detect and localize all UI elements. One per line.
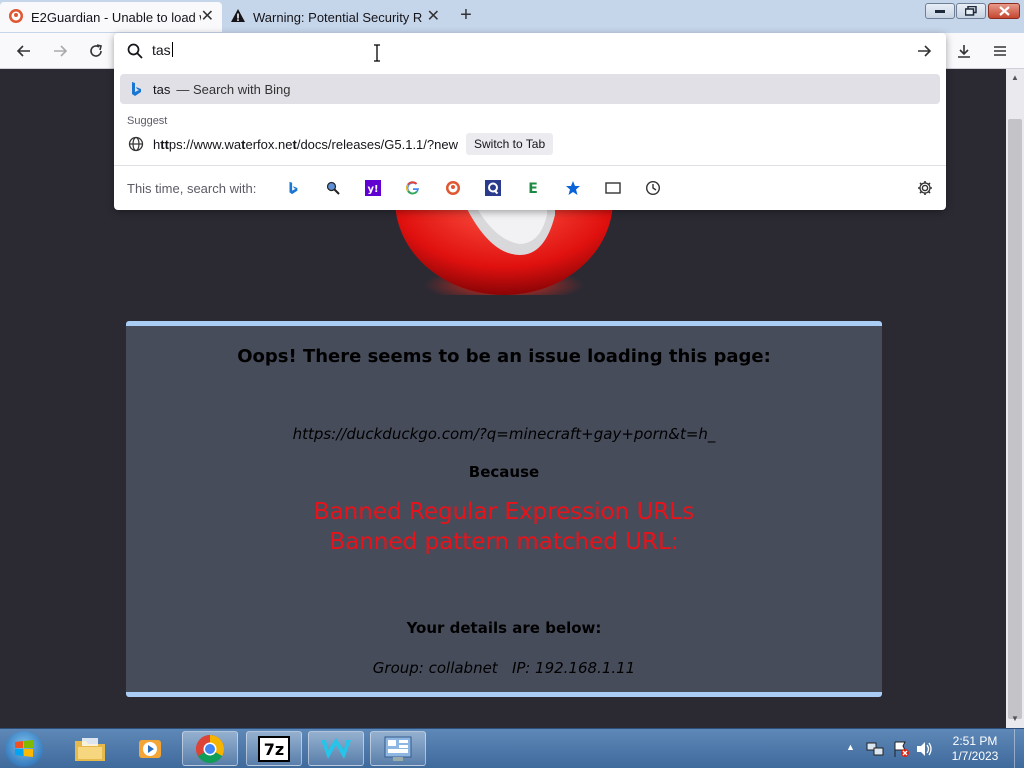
tab-title: Warning: Potential Security Risk xyxy=(253,9,423,25)
windows-logo-icon xyxy=(15,740,33,757)
bing-query: tas xyxy=(153,81,171,97)
forward-button[interactable] xyxy=(46,38,74,64)
close-tab-icon[interactable]: ✕ xyxy=(201,8,214,26)
bookmarks-star-icon[interactable] xyxy=(563,178,583,198)
details-heading: Your details are below: xyxy=(406,619,602,637)
system-clock[interactable]: 2:51 PM 1/7/2023 xyxy=(940,734,1010,764)
search-icon xyxy=(127,43,143,64)
url-part: /docs/releases/G5.1.1/?new xyxy=(296,136,458,152)
globe-icon xyxy=(128,136,144,152)
scroll-up-arrow-icon[interactable]: ▲ xyxy=(1011,73,1019,82)
arrow-right-icon xyxy=(54,45,68,57)
7zip-icon[interactable]: 7z xyxy=(246,731,302,766)
page-heading: Oops! There seems to be an issue loading… xyxy=(237,346,771,367)
text-caret xyxy=(171,42,173,57)
volume-icon[interactable] xyxy=(915,740,933,763)
back-button[interactable] xyxy=(10,38,38,64)
url-input-value: tas xyxy=(152,42,171,58)
url-part: erfox.ne xyxy=(245,136,293,152)
hamburger-menu-icon xyxy=(994,46,1006,56)
downloads-button[interactable] xyxy=(950,38,978,64)
clock-date: 1/7/2023 xyxy=(951,749,999,763)
search-glass-icon[interactable] xyxy=(323,178,343,198)
search-engines-label: This time, search with: xyxy=(127,181,257,196)
history-clock-icon[interactable] xyxy=(643,178,663,198)
block-reason-line-2: Banned pattern matched URL: xyxy=(329,529,679,555)
one-off-search-bar: This time, search with: y! E xyxy=(114,165,946,210)
tab-e2guardian[interactable]: E2Guardian - Unable to load web ✕ xyxy=(0,2,222,32)
qwant-icon[interactable] xyxy=(483,178,503,198)
suggested-url-row[interactable]: https://www.waterfox.net/docs/releases/G… xyxy=(120,131,940,157)
url-input[interactable]: tas xyxy=(152,42,173,58)
network-icon[interactable] xyxy=(866,740,884,763)
start-button[interactable] xyxy=(5,731,43,767)
svg-text:7z: 7z xyxy=(264,740,284,759)
url-match: tt xyxy=(160,136,169,152)
bing-icon xyxy=(128,81,144,97)
clock-time: 2:51 PM xyxy=(952,734,998,748)
app-menu-button[interactable] xyxy=(986,38,1014,64)
ecosia-icon[interactable]: E xyxy=(523,178,543,198)
media-player-icon[interactable] xyxy=(122,731,178,766)
block-reason-line-1: Banned Regular Expression URLs xyxy=(313,499,695,525)
page-scrollbar[interactable]: ▲ ▼ xyxy=(1006,69,1024,728)
blocked-url: https://duckduckgo.com/?q=minecraft+gay+… xyxy=(292,425,716,443)
yahoo-icon[interactable]: y! xyxy=(363,178,383,198)
google-icon[interactable] xyxy=(403,178,423,198)
chrome-icon[interactable] xyxy=(182,731,238,766)
because-label: Because xyxy=(468,463,540,481)
svg-text:y!: y! xyxy=(367,184,378,195)
close-tab-icon[interactable]: ✕ xyxy=(427,8,440,26)
url-bar-dropdown: tas tas — Search with Bing Suggest https… xyxy=(114,33,946,210)
reload-icon xyxy=(90,44,102,57)
bing-icon[interactable] xyxy=(283,178,303,198)
download-icon xyxy=(958,45,970,58)
close-window-button[interactable] xyxy=(988,3,1020,19)
search-settings-gear-icon[interactable] xyxy=(915,178,935,198)
show-desktop-button[interactable] xyxy=(1014,729,1024,768)
bing-action-label: — Search with Bing xyxy=(176,81,291,97)
switch-to-tab-button[interactable]: Switch to Tab xyxy=(465,133,554,155)
go-arrow-icon[interactable] xyxy=(916,43,932,64)
new-tab-button[interactable]: + xyxy=(454,4,478,28)
text-cursor-ibeam-icon xyxy=(373,44,381,67)
url-part: ps://www.wa xyxy=(168,136,242,152)
maximize-button[interactable] xyxy=(956,3,986,19)
suggested-url: https://www.waterfox.net/docs/releases/G… xyxy=(153,137,458,152)
warning-icon xyxy=(230,8,246,27)
tab-title: E2Guardian - Unable to load web xyxy=(31,9,201,25)
svg-text:E: E xyxy=(528,181,538,196)
control-panel-icon[interactable] xyxy=(370,731,426,766)
duckduckgo-icon[interactable] xyxy=(443,178,463,198)
tab-security-warning[interactable]: Warning: Potential Security Risk ✕ xyxy=(222,2,448,32)
windows-taskbar: 7z ▲ 2:51 PM 1/7/2023 xyxy=(0,728,1024,768)
arrow-left-icon xyxy=(16,45,30,57)
show-hidden-icons-arrow-icon[interactable]: ▲ xyxy=(846,742,855,752)
duckduckgo-icon xyxy=(8,8,24,27)
suggest-label: Suggest xyxy=(127,115,168,127)
action-center-flag-icon[interactable] xyxy=(892,740,910,763)
tab-strip: E2Guardian - Unable to load web ✕ Warnin… xyxy=(0,0,1024,33)
tabs-icon[interactable] xyxy=(603,178,623,198)
scrollbar-thumb[interactable] xyxy=(1008,119,1022,719)
scroll-down-arrow-icon[interactable]: ▼ xyxy=(1011,714,1019,723)
group-ip-info: Group: collabnet IP: 192.168.1.11 xyxy=(372,659,636,677)
minimize-button[interactable] xyxy=(925,3,955,19)
search-with-bing-row[interactable]: tas — Search with Bing xyxy=(120,74,940,104)
waterfox-icon[interactable] xyxy=(308,731,364,766)
file-explorer-icon[interactable] xyxy=(62,731,118,766)
reload-button[interactable] xyxy=(82,38,110,64)
block-message-card: Oops! There seems to be an issue loading… xyxy=(126,321,882,697)
